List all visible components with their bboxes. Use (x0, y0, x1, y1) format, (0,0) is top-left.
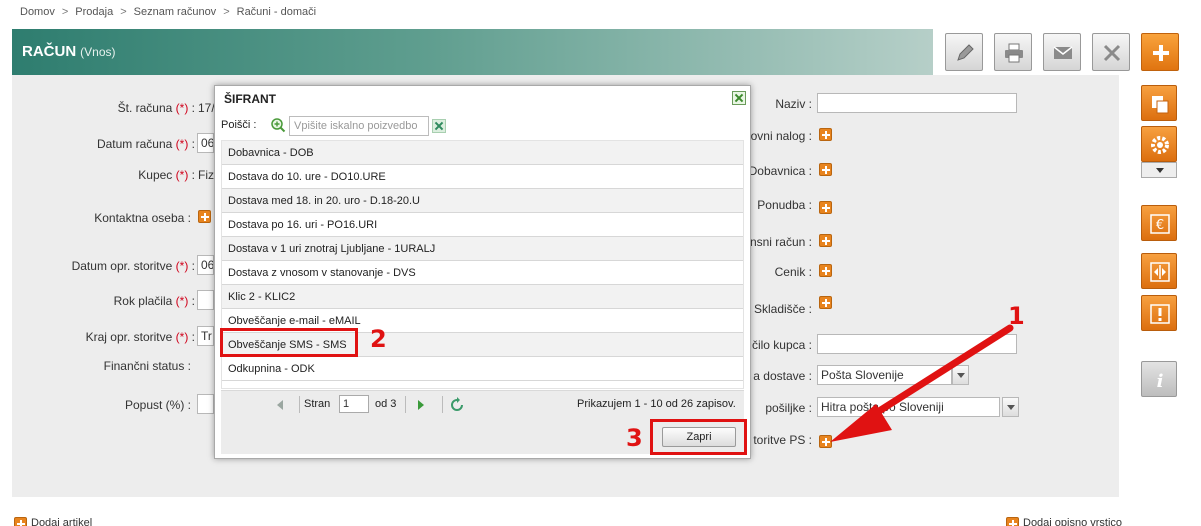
mail-icon (1053, 46, 1073, 59)
rok-placila-label: Rok plačila (*) : (113, 294, 195, 308)
breadcrumb-current: Računi - domači (236, 6, 317, 18)
kraj-opr-input[interactable]: Tr (197, 326, 214, 346)
dodaj-artikel-link[interactable]: Dodaj artikel (31, 517, 92, 526)
kupec-label: Kupec (*) : (138, 168, 195, 182)
kraj-opr-label: Kraj opr. storitve (*) : (85, 330, 195, 344)
list-item[interactable]: Dostava z vnosom v stanovanje - DVS (222, 261, 743, 285)
page-header: RAČUN (Vnos) (12, 29, 933, 75)
search-icon (271, 118, 286, 133)
add-skladisce-icon[interactable] (819, 296, 832, 309)
add-button[interactable] (1141, 33, 1179, 71)
st-racuna-label: Št. računa (*) : (117, 101, 195, 115)
annotation-box-3 (650, 419, 747, 455)
pencil-icon (957, 44, 974, 61)
chevron-down-icon (1156, 168, 1164, 177)
gear-icon (1151, 136, 1169, 154)
list-item[interactable]: Klic 2 - KLIC2 (222, 285, 743, 309)
breadcrumb-seznam-racunov[interactable]: Seznam računov (134, 6, 217, 18)
financni-status-label: Finančni status : (103, 359, 191, 373)
kontaktna-oseba-label: Kontaktna oseba : (94, 211, 191, 225)
info-button[interactable]: i (1141, 361, 1177, 397)
popust-label: Popust (%) : (124, 398, 191, 412)
list-item[interactable]: Dostava v 1 uri znotraj Ljubljane - 1URA… (222, 237, 743, 261)
search-label: Poišči : (221, 119, 257, 131)
breadcrumb: Domov > Prodaja > Seznam računov > Računi - do… (20, 6, 317, 18)
datum-racuna-input[interactable]: 06 (197, 133, 214, 153)
dialog-search: Poišči : Vpišite iskalno poizvedbo (221, 116, 744, 138)
pager-summary: Prikazujem 1 - 10 od 26 zapisov. (577, 398, 736, 410)
kupec-value: Fiz (198, 168, 214, 182)
svg-text:€: € (1156, 218, 1164, 233)
pager: Stran 1 od 3 Prikazujem 1 - 10 od 26 zap… (221, 390, 744, 418)
page-input[interactable]: 1 (339, 395, 369, 413)
svg-text:i: i (1157, 371, 1164, 391)
clear-search-icon[interactable] (432, 119, 446, 133)
page-title: RAČUN (Vnos) (22, 43, 116, 60)
currency-button[interactable]: € (1141, 205, 1177, 241)
dialog-title: ŠIFRANT (224, 92, 276, 106)
info-icon: i (1157, 371, 1164, 391)
annotation-box-2 (220, 328, 358, 357)
add-delovni-nalog-icon[interactable] (819, 128, 832, 141)
list-item[interactable]: Dobavnica - DOB (222, 141, 743, 165)
add-opisno-icon[interactable] (1006, 517, 1019, 526)
list-item[interactable]: Dostava po 16. uri - PO16.URI (222, 213, 743, 237)
copy-icon (1152, 96, 1169, 114)
search-input[interactable]: Vpišite iskalno poizvedbo (289, 116, 429, 136)
close-icon (1103, 44, 1121, 62)
breadcrumb-home[interactable]: Domov (20, 6, 55, 18)
page-of-label: od 3 (375, 398, 397, 410)
list-item[interactable]: Dostava do 10. ure - DO10.URE (222, 165, 743, 189)
euro-icon: € (1150, 214, 1170, 234)
warning-button[interactable] (1141, 295, 1177, 331)
split-button[interactable] (1141, 253, 1177, 289)
copy-button[interactable] (1141, 85, 1177, 121)
print-button[interactable] (994, 33, 1032, 71)
datum-racuna-label: Datum računa (*) : (96, 137, 195, 151)
naziv-input[interactable] (817, 93, 1017, 113)
print-icon (1005, 43, 1023, 63)
st-racuna-value: 17/ (198, 101, 215, 115)
annotation-number-3: 3 (626, 424, 643, 452)
pager-divider (405, 396, 406, 413)
edit-button[interactable] (945, 33, 983, 71)
sifrant-dialog: ŠIFRANT Poišči : Vpišite iskalno poizved… (214, 85, 751, 459)
settings-button[interactable] (1141, 126, 1177, 162)
mail-button[interactable] (1043, 33, 1081, 71)
popust-input[interactable] (197, 394, 214, 414)
exclamation-icon (1150, 304, 1170, 324)
annotation-arrow-icon (830, 324, 1014, 442)
prev-page-icon[interactable] (275, 399, 285, 411)
refresh-icon[interactable] (449, 397, 465, 413)
breadcrumb-prodaja[interactable]: Prodaja (75, 6, 113, 18)
add-artikel-icon[interactable] (14, 517, 27, 526)
page-label: Stran (304, 398, 331, 410)
add-dobavnica-icon[interactable] (819, 163, 832, 176)
list-item[interactable]: Odkupnina - ODK (222, 357, 743, 381)
datum-opr-label: Datum opr. storitve (*) : (71, 259, 195, 273)
add-ponudba-icon[interactable] (819, 201, 832, 214)
next-page-icon[interactable] (416, 399, 426, 411)
pager-divider (442, 396, 443, 413)
annotation-number-2: 2 (370, 325, 387, 353)
list-item[interactable]: Dostava med 18. in 20. uro - D.18-20.U (222, 189, 743, 213)
add-avansni-racun-icon[interactable] (819, 234, 832, 247)
add-kontakt-icon[interactable] (198, 210, 211, 223)
dialog-close-icon[interactable] (732, 91, 746, 105)
dodaj-opisno-link[interactable]: Dodaj opisno vrstico (1023, 517, 1122, 526)
datum-opr-input[interactable]: 06 (197, 255, 214, 275)
plus-icon (1153, 45, 1169, 61)
pager-divider (299, 396, 300, 413)
split-arrows-icon (1150, 262, 1170, 282)
cancel-button[interactable] (1092, 33, 1130, 71)
page-subtitle: (Vnos) (80, 45, 116, 59)
rok-placila-input[interactable] (197, 290, 214, 310)
add-cenik-icon[interactable] (819, 264, 832, 277)
settings-dropdown[interactable] (1141, 162, 1177, 178)
